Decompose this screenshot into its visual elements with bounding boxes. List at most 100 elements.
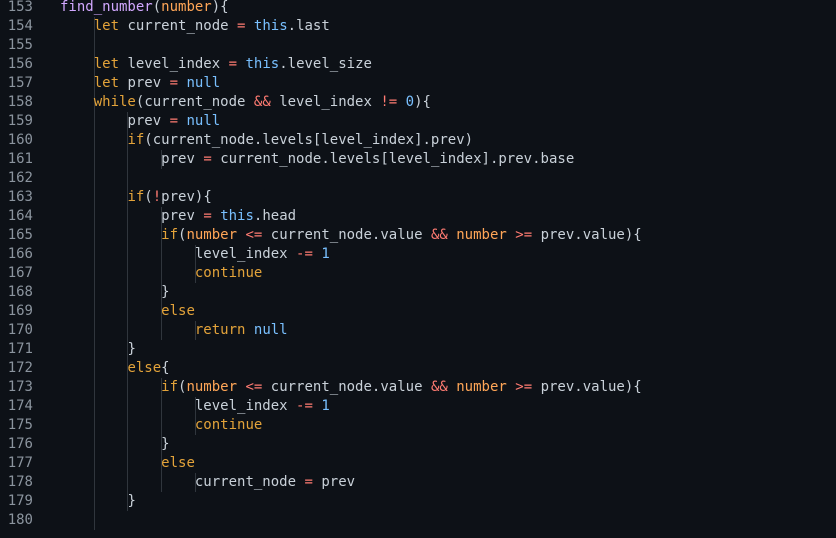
code-line[interactable]: 165 if(number <= current_node.value && nu…: [0, 226, 836, 245]
code-token: if: [127, 189, 145, 205]
code-token: ){: [624, 227, 642, 243]
line-number: 169: [7, 303, 33, 319]
code-token: prev: [127, 113, 162, 129]
line-code: else: [161, 454, 195, 473]
code-line[interactable]: 166 level_index -= 1: [0, 245, 836, 264]
code-token: this: [253, 18, 288, 34]
code-token: level_size: [287, 56, 372, 72]
code-token: level_index: [194, 246, 288, 262]
line-number: 175: [7, 417, 33, 433]
code-token: value: [380, 379, 423, 395]
code-line[interactable]: 154 let current_node = this.last: [0, 17, 836, 36]
code-token: !: [152, 189, 162, 205]
code-token: null: [253, 322, 288, 338]
code-token: =: [304, 474, 313, 490]
code-line[interactable]: 173 if(number <= current_node.value && nu…: [0, 378, 836, 397]
code-line[interactable]: 168}: [0, 283, 836, 302]
code-line[interactable]: 179}: [0, 492, 836, 511]
code-token: 1: [321, 398, 330, 414]
indent-guide: [93, 435, 95, 454]
line-code: }: [161, 435, 169, 454]
code-line[interactable]: 172 else{: [0, 359, 836, 378]
indent-guide: [93, 264, 95, 283]
code-line[interactable]: 160 if(current_node.levels[level_index].p…: [0, 131, 836, 150]
indent-guide: [93, 226, 95, 245]
code-line[interactable]: 162: [0, 169, 836, 188]
code-token: &&: [253, 94, 271, 110]
indent-guide: [93, 359, 95, 378]
indent-guide: [93, 131, 95, 150]
code-line[interactable]: 164 prev = this.head: [0, 207, 836, 226]
indent-guide: [93, 302, 95, 321]
code-token: else: [127, 360, 162, 376]
code-token: level_index: [127, 56, 221, 72]
code-token: find_number: [60, 0, 153, 15]
code-line[interactable]: 155: [0, 36, 836, 55]
code-line[interactable]: 177 else: [0, 454, 836, 473]
code-token: .: [532, 151, 541, 167]
code-line[interactable]: 153 find_number(number){: [0, 0, 836, 17]
code-line[interactable]: 167 continue: [0, 264, 836, 283]
line-code: prev = current_node.levels[level_index].…: [161, 150, 574, 169]
code-token: .: [574, 379, 583, 395]
code-token: =: [203, 151, 212, 167]
code-token: if: [161, 227, 179, 243]
code-token: prev: [540, 379, 575, 395]
code-token: value: [582, 379, 625, 395]
line-number: 178: [7, 474, 33, 490]
line-number: 167: [7, 265, 33, 281]
code-token: level_index: [194, 398, 288, 414]
code-token: level_index: [388, 151, 482, 167]
code-token: return: [194, 322, 246, 338]
code-token: prev: [540, 227, 575, 243]
indent-guide: [93, 340, 95, 359]
code-token: (: [144, 189, 153, 205]
line-number: 153: [7, 0, 33, 15]
line-code: level_index -= 1: [195, 245, 330, 264]
line-code: while(current_node && level_index != 0){: [94, 93, 431, 112]
code-line[interactable]: 161 prev = current_node.levels[level_inde…: [0, 150, 836, 169]
code-line[interactable]: 170 return null: [0, 321, 836, 340]
line-code: }: [127, 340, 135, 359]
code-line[interactable]: 174 level_index -= 1: [0, 397, 836, 416]
code-token: <=: [245, 379, 263, 395]
code-line[interactable]: 159 prev = null: [0, 112, 836, 131]
code-line[interactable]: 178 current_node = prev: [0, 473, 836, 492]
code-line[interactable]: 180: [0, 511, 836, 530]
code-line[interactable]: 156 let level_index = this.level_size: [0, 55, 836, 74]
line-number: 174: [7, 398, 33, 414]
indent-guide: [161, 264, 163, 283]
line-number: 158: [7, 94, 33, 110]
line-code: let current_node = this.last: [94, 17, 330, 36]
code-editor[interactable]: 153 find_number(number){154 let current_no…: [0, 0, 836, 538]
code-token: .: [321, 151, 330, 167]
code-line[interactable]: 158 while(current_node && level_index != …: [0, 93, 836, 112]
code-line[interactable]: 175 continue: [0, 416, 836, 435]
code-token: &&: [430, 227, 448, 243]
line-number: 166: [7, 246, 33, 262]
code-line[interactable]: 163 if(!prev){: [0, 188, 836, 207]
code-line[interactable]: 176}: [0, 435, 836, 454]
code-line[interactable]: 157 let prev = null: [0, 74, 836, 93]
indent-guide: [127, 150, 129, 169]
indent-guide: [127, 264, 129, 283]
code-token: levels: [262, 132, 313, 148]
code-line[interactable]: 171}: [0, 340, 836, 359]
code-line[interactable]: 169 else: [0, 302, 836, 321]
indent-guide: [127, 416, 129, 435]
line-number: 163: [7, 189, 33, 205]
line-code: prev = null: [127, 112, 220, 131]
code-token: if: [127, 132, 145, 148]
code-token: ){: [624, 379, 642, 395]
code-token: =: [203, 208, 212, 224]
